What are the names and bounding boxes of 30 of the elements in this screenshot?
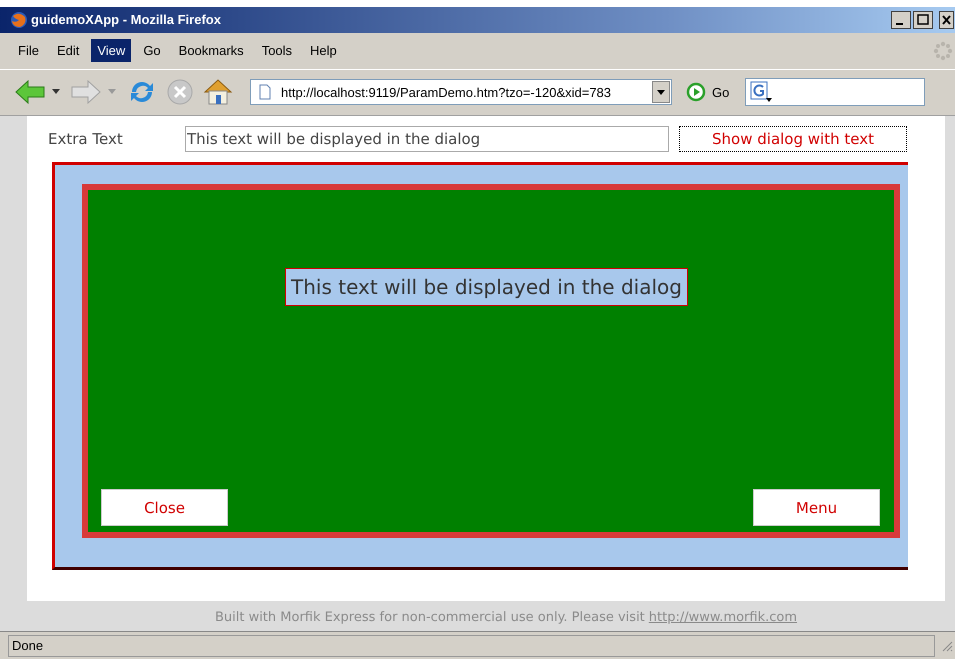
menu-item[interactable]: Edit [50,39,86,62]
menu-item[interactable]: File [12,39,45,62]
maximize-icon[interactable] [913,10,933,29]
menu-item[interactable]: Tools [256,39,298,62]
dialog-text: This text will be displayed in the dialog [285,268,688,306]
menu-item[interactable]: Go [137,39,167,62]
dropdown-icon[interactable] [52,89,60,96]
page-icon [259,84,271,100]
search-engine-icon[interactable] [750,81,774,104]
menu-item[interactable]: Help [304,39,343,62]
home-icon[interactable] [202,77,234,108]
throbber-icon [933,40,953,61]
dialog-button[interactable]: Menu [753,489,880,526]
footer-text: Built with Morfik Express for non-commercial use only. Please visit [214,610,645,626]
go-icon[interactable] [686,82,706,102]
status-text: Done [8,634,935,657]
window-title: guidemoXApp - Mozilla Firefox [31,12,221,28]
text-field[interactable]: This text will be displayed in the dialog [185,126,669,152]
menu-item[interactable]: View [91,39,132,62]
search-field[interactable] [745,78,926,106]
menu-item[interactable]: Bookmarks [172,39,250,62]
field-label: Extra Text [48,130,124,148]
show-dialog-button[interactable]: Show dialog with text [679,126,907,152]
go-button[interactable]: Go [712,84,730,100]
minimize-icon[interactable] [891,10,911,29]
resize-grip-icon[interactable] [941,640,953,652]
browser-logo-icon [10,10,28,29]
address-field[interactable]: http://localhost:9119/ParamDemo.htm?tzo=-120&xid=783 [250,79,672,106]
dialog-button[interactable]: Close [101,489,228,526]
dropdown-icon[interactable] [652,81,670,104]
